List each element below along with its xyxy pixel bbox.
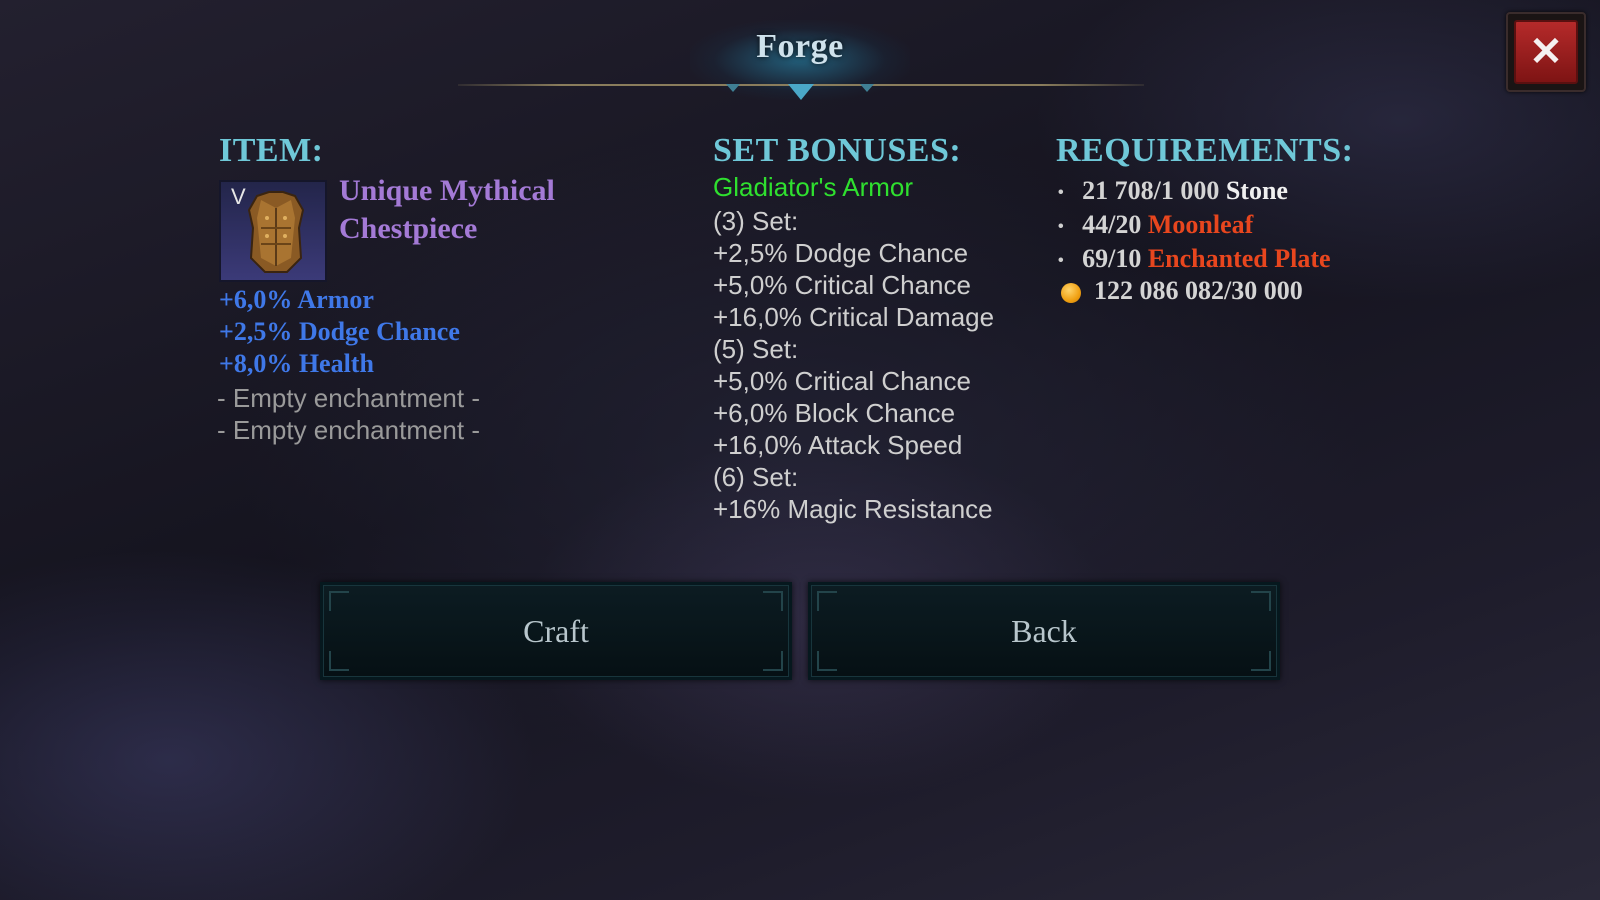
requirement-name: Stone [1225, 176, 1288, 205]
divider-ornament-left [726, 84, 740, 92]
set-bonuses-heading: SET BONUSES: [713, 132, 962, 169]
set-bonus-line: +2,5% Dodge Chance [713, 238, 969, 268]
item-stat-armor: +6,0% Armor [219, 285, 374, 314]
item-name-line-1: Unique Mythical [339, 174, 555, 207]
requirement-name: Enchanted Plate [1147, 244, 1331, 273]
empty-enchantment-2: - Empty enchantment - [217, 415, 480, 445]
requirement-enchanted-plate: • 69/10 Enchanted Plate [1058, 244, 1331, 274]
button-corner-ornament [329, 651, 349, 671]
button-corner-ornament [329, 591, 349, 611]
gold-coin-icon [1061, 283, 1081, 303]
craft-button-label: Craft [523, 613, 589, 649]
divider-ornament-right [860, 84, 874, 92]
bullet-icon: • [1058, 218, 1064, 236]
back-button-label: Back [1011, 613, 1077, 649]
set-bonus-line: +16,0% Critical Damage [713, 302, 995, 332]
craft-button[interactable]: Craft [320, 582, 792, 680]
item-name-line-2: Chestpiece [339, 212, 478, 245]
bullet-icon: • [1058, 184, 1064, 202]
requirement-gold: 122 086 082/30 000 [1094, 276, 1303, 305]
close-button[interactable]: ✕ [1506, 12, 1586, 92]
requirements-heading: REQUIREMENTS: [1056, 132, 1354, 169]
button-corner-ornament [1251, 591, 1271, 611]
requirement-amount: 21 708/1 000 [1082, 176, 1220, 205]
bullet-icon: • [1058, 252, 1064, 270]
item-heading: ITEM: [219, 132, 324, 169]
set-bonus-line: +6,0% Block Chance [713, 398, 956, 428]
requirement-stone: • 21 708/1 000 Stone [1058, 176, 1288, 206]
set-tier-5-label: (5) Set: [713, 334, 799, 364]
item-name: Unique Mythical Chestpiece [339, 172, 659, 248]
item-stat-health: +8,0% Health [219, 349, 374, 378]
empty-enchantment-1: - Empty enchantment - [217, 383, 480, 413]
button-corner-ornament [817, 591, 837, 611]
requirement-name: Moonleaf [1147, 210, 1254, 239]
button-corner-ornament [763, 651, 783, 671]
button-corner-ornament [817, 651, 837, 671]
button-corner-ornament [1251, 651, 1271, 671]
set-name: Gladiator's Armor [713, 172, 914, 202]
item-stat-dodge: +2,5% Dodge Chance [219, 317, 460, 346]
requirement-moonleaf: • 44/20 Moonleaf [1058, 210, 1253, 240]
page-title: Forge [756, 28, 844, 65]
set-tier-6-label: (6) Set: [713, 462, 799, 492]
button-corner-ornament [763, 591, 783, 611]
chestpiece-icon [247, 191, 305, 273]
back-button[interactable]: Back [808, 582, 1280, 680]
set-bonus-line: +5,0% Critical Chance [713, 270, 971, 300]
item-slot[interactable]: V [219, 180, 327, 282]
set-tier-3-label: (3) Set: [713, 206, 799, 236]
set-bonus-line: +16% Magic Resistance [713, 494, 993, 524]
divider-ornament-center [788, 84, 814, 100]
close-icon: ✕ [1514, 20, 1578, 84]
requirement-amount: 44/20 [1082, 210, 1142, 239]
requirement-amount: 69/10 [1082, 244, 1142, 273]
set-bonus-line: +16,0% Attack Speed [713, 430, 963, 460]
set-bonus-line: +5,0% Critical Chance [713, 366, 971, 396]
